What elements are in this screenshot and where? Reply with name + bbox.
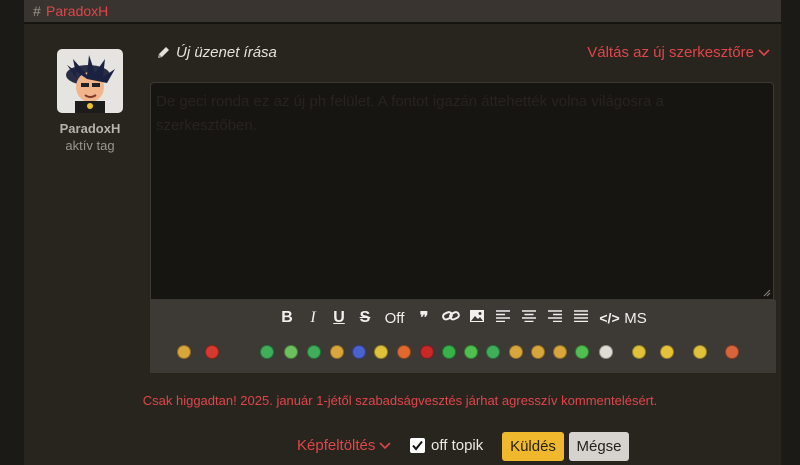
off-topic-toggle[interactable]: off topik [410,437,483,454]
smiley-row [150,336,776,366]
chevron-down-icon [758,48,770,56]
clap-icon[interactable] [599,345,613,359]
align-center-icon[interactable] [521,309,538,327]
sad-blue-icon[interactable] [352,345,366,359]
code-button[interactable]: </> [599,310,621,326]
love-icon[interactable] [725,345,739,359]
topic-header: # ParadoxH [24,0,781,24]
ms-button[interactable]: MS [624,310,648,327]
green-smile-icon[interactable] [486,345,500,359]
message-textarea[interactable]: De geci ronda ez az új ph felület. A fon… [150,82,774,300]
italic-button[interactable]: I [305,309,322,327]
grin-icon[interactable] [284,345,298,359]
switch-editor-label: Váltás az új szerkesztőre [587,44,754,61]
quote-icon[interactable]: ❞ [416,308,433,328]
justify-icon[interactable] [573,309,590,327]
author-name[interactable]: ParadoxH [30,121,150,136]
underline-button[interactable]: U [331,309,348,327]
author-role: aktív tag [65,138,115,153]
header-username-link[interactable]: ParadoxH [46,3,108,19]
compose-title-label: Új üzenet írása [176,44,277,61]
off-topic-checkbox[interactable] [410,438,425,453]
off-button[interactable]: Off [383,310,407,327]
pencil-icon [158,47,169,58]
bold-button[interactable]: B [279,309,296,327]
strikethrough-button[interactable]: S [357,309,374,327]
surprised-icon[interactable] [330,345,344,359]
smirk-icon[interactable] [553,345,567,359]
mad-icon[interactable] [397,345,411,359]
send-button[interactable]: Küldés [502,432,564,461]
off-topic-label: off topik [431,437,484,454]
format-buttons: B I U S Off ❞ </> MS [150,307,776,329]
align-left-icon[interactable] [495,309,512,327]
image-upload-link[interactable]: Képfeltöltés [297,437,391,454]
red-icon[interactable] [420,345,434,359]
angry-icon[interactable] [205,345,219,359]
editor-toolbar: B I U S Off ❞ </> MS [150,300,776,373]
laugh-icon[interactable] [307,345,321,359]
avatar[interactable] [57,49,123,113]
hmm-icon[interactable] [632,345,646,359]
tongue-icon[interactable] [531,345,545,359]
message-text: De geci ronda ez az új ph felület. A fon… [156,93,664,134]
cancel-button[interactable]: Mégse [569,432,629,461]
image-upload-label: Képfeltöltés [297,437,376,454]
wink-icon[interactable] [509,345,523,359]
hash-icon: # [33,3,41,19]
teeth-icon[interactable] [260,345,274,359]
compose-title: Új üzenet írása [156,44,277,61]
green-grin-icon[interactable] [464,345,478,359]
scream-icon[interactable] [660,345,674,359]
checkmark-icon [412,440,423,451]
chevron-down-icon [379,441,391,449]
image-icon[interactable] [469,309,486,328]
smile-icon[interactable] [177,345,191,359]
align-right-icon[interactable] [547,309,564,327]
nauseous-icon[interactable] [575,345,589,359]
resize-handle-icon[interactable] [763,289,771,297]
confused-icon[interactable] [374,345,388,359]
moderation-notice: Csak higgadtan! 2025. január 1-jétől sza… [142,393,658,408]
switch-editor-link[interactable]: Váltás az új szerkesztőre [587,44,770,61]
sick-icon[interactable] [442,345,456,359]
link-icon[interactable] [441,309,460,328]
shrug-icon[interactable] [693,345,707,359]
